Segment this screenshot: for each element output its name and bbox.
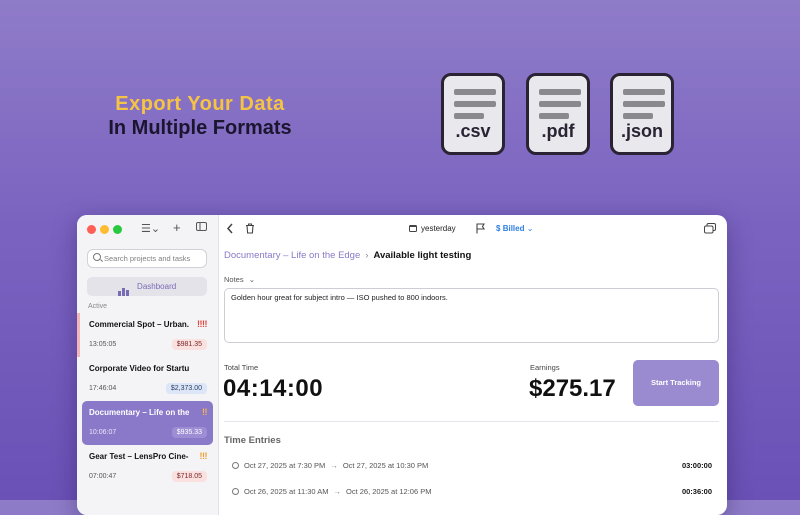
- promo-line-1: Export Your Data: [115, 93, 285, 115]
- item-time: 13:05:05: [89, 341, 117, 348]
- notes-toggle[interactable]: Notes ⌄: [224, 275, 255, 284]
- minimize-window-button[interactable]: [100, 225, 109, 234]
- dollar-icon: $: [496, 224, 501, 233]
- search-icon: [93, 253, 101, 261]
- priority-badge: !!: [202, 407, 208, 417]
- list-item-selected[interactable]: Documentary – Life on the... !! 10:06:07…: [82, 401, 213, 445]
- time-entries-heading: Time Entries: [224, 435, 281, 446]
- breadcrumb-project[interactable]: Documentary – Life on the Edge: [224, 250, 360, 261]
- item-time: 07:00:47: [89, 473, 117, 480]
- chevron-down-icon: ⌄: [526, 224, 534, 233]
- search-field[interactable]: [87, 249, 207, 268]
- entry-duration: 03:00:00: [681, 461, 712, 470]
- entry-start: Oct 27, 2025 at 7:30 PM: [244, 461, 326, 470]
- promo-line-2: In Multiple Formats: [108, 117, 292, 139]
- chevron-down-icon: ⌄: [248, 275, 255, 284]
- section-label-active: Active: [88, 303, 108, 310]
- amount-badge: $718.05: [171, 471, 207, 482]
- billed-label: Billed: [502, 224, 525, 233]
- back-chevron-icon[interactable]: [226, 223, 234, 237]
- total-time-value: 04:14:00: [223, 375, 324, 402]
- amount-badge: $981.35: [171, 339, 207, 350]
- breadcrumb: Documentary – Life on the Edge › Available…: [224, 250, 471, 261]
- dashboard-button[interactable]: Dashboard: [87, 277, 207, 297]
- amount-badge: $935.33: [171, 427, 207, 438]
- trash-icon[interactable]: [245, 223, 255, 237]
- item-title: Commercial Spot – Urban...: [89, 320, 189, 329]
- breadcrumb-task: Available light testing: [373, 250, 472, 261]
- start-tracking-button[interactable]: Start Tracking: [633, 360, 719, 406]
- item-title: Documentary – Life on the...: [89, 408, 189, 417]
- earnings-value: $275.17: [529, 375, 616, 402]
- list-item[interactable]: Corporate Video for Startup... 17:46:04 …: [82, 357, 213, 401]
- dashboard-label: Dashboard: [137, 282, 177, 291]
- csv-file-icon: .csv: [441, 73, 505, 155]
- entry-start: Oct 26, 2025 at 11:30 AM: [244, 487, 329, 496]
- filter-icon[interactable]: ☰⌄: [141, 222, 160, 235]
- priority-badge: !!!: [199, 451, 208, 461]
- notes-label: Notes: [224, 275, 244, 284]
- date-label: yesterday: [421, 224, 456, 233]
- item-title: Corporate Video for Startup...: [89, 364, 189, 373]
- item-title: Gear Test – LensPro Cine-...: [89, 452, 189, 461]
- window-copy-icon[interactable]: [704, 223, 716, 237]
- notes-field[interactable]: Golden hour great for subject intro — IS…: [224, 288, 719, 343]
- list-item[interactable]: Commercial Spot – Urban... !!!! 13:05:05…: [77, 313, 213, 357]
- sidebar-toggle-icon[interactable]: [196, 222, 207, 234]
- notes-textarea[interactable]: Golden hour great for subject intro — IS…: [225, 289, 718, 342]
- entry-end: Oct 26, 2025 at 12:06 PM: [346, 487, 432, 496]
- item-time: 17:46:04: [89, 385, 117, 392]
- json-file-icon: .json: [610, 73, 674, 155]
- zoom-window-button[interactable]: [113, 225, 122, 234]
- clock-icon: [232, 488, 239, 495]
- pdf-format-label: .pdf: [541, 121, 575, 141]
- chevron-right-icon: ›: [365, 250, 369, 261]
- promo-headline: Export Your Data In Multiple Formats: [90, 92, 310, 140]
- list-item[interactable]: Gear Test – LensPro Cine-... !!! 07:00:4…: [82, 445, 213, 489]
- billing-status-dropdown[interactable]: $ Billed ⌄: [496, 224, 533, 233]
- total-time-label: Total Time: [224, 363, 259, 372]
- bar-chart-icon: [117, 277, 130, 297]
- app-window: ☰⌄ + Dashboard Active Commercial Spot – …: [77, 215, 727, 515]
- pdf-file-icon: .pdf: [526, 73, 590, 155]
- entry-end: Oct 27, 2025 at 10:30 PM: [342, 461, 429, 470]
- json-format-label: .json: [620, 121, 663, 141]
- sidebar: ☰⌄ + Dashboard Active Commercial Spot – …: [77, 215, 219, 515]
- arrow-right-icon: →: [333, 487, 342, 496]
- search-input[interactable]: [104, 252, 204, 265]
- close-window-button[interactable]: [87, 225, 96, 234]
- earnings-label: Earnings: [530, 363, 560, 372]
- date-picker[interactable]: yesterday: [409, 224, 456, 233]
- add-icon[interactable]: +: [173, 220, 181, 235]
- priority-badge: !!!!: [197, 319, 208, 329]
- flag-icon[interactable]: [476, 223, 485, 237]
- item-time: 10:06:07: [89, 429, 117, 436]
- amount-badge: $2,373.00: [165, 383, 207, 394]
- time-entry-row[interactable]: Oct 27, 2025 at 7:30 PM → Oct 27, 2025 at …: [232, 461, 712, 475]
- divider: [224, 421, 719, 422]
- calendar-icon: [409, 225, 417, 232]
- arrow-right-icon: →: [330, 461, 338, 470]
- csv-format-label: .csv: [455, 121, 491, 141]
- time-entry-row[interactable]: Oct 26, 2025 at 11:30 AM → Oct 26, 2025 at…: [232, 487, 712, 501]
- entry-duration: 00:36:00: [681, 487, 712, 496]
- main-pane: yesterday $ Billed ⌄ Documentary – Life …: [219, 215, 727, 515]
- clock-icon: [232, 462, 239, 469]
